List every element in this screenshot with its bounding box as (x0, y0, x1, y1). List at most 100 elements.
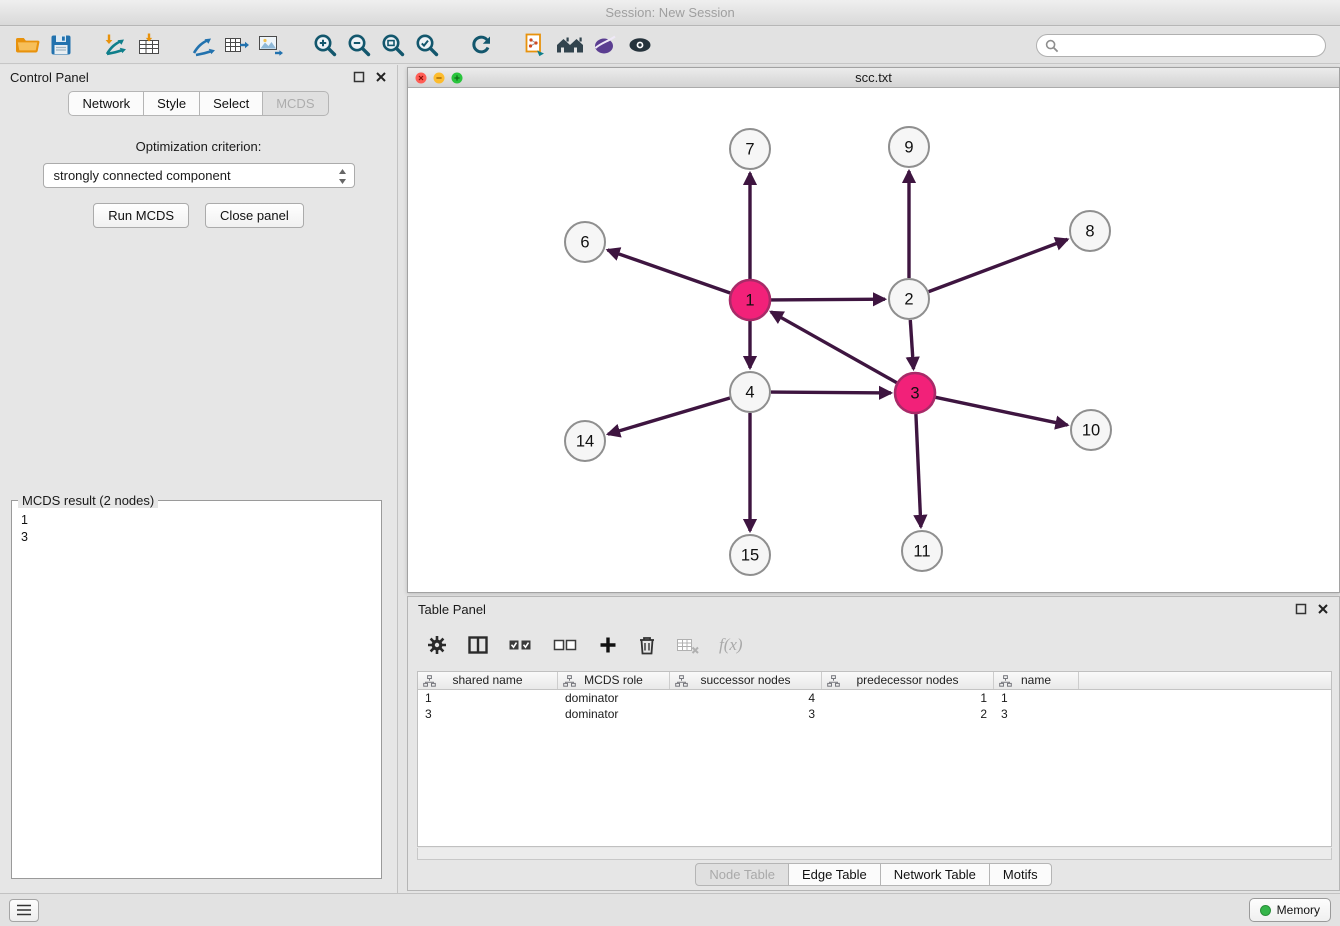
table-toolbar: f(x) (408, 621, 1339, 667)
show-panels-button[interactable] (9, 899, 39, 922)
close-window-button[interactable] (415, 72, 427, 84)
mcds-result-line: 3 (21, 529, 372, 546)
node-3[interactable]: 3 (895, 373, 935, 413)
export-image-button[interactable] (254, 29, 288, 61)
zoom-out-icon (346, 32, 372, 58)
node-15[interactable]: 15 (730, 535, 770, 575)
network-document-button[interactable] (518, 29, 552, 61)
import-table-icon (136, 32, 162, 58)
cell-mcds-role[interactable]: dominator (558, 706, 670, 722)
close-panel-icon[interactable] (375, 71, 387, 83)
function-builder-button[interactable]: f(x) (719, 635, 743, 655)
tab-select[interactable]: Select (199, 91, 263, 116)
column-header-predecessor-nodes[interactable]: predecessor nodes (822, 672, 994, 689)
close-table-panel-icon[interactable] (1317, 603, 1329, 615)
network-canvas[interactable]: 7 9 6 8 1 2 4 3 14 10 15 11 (408, 89, 1339, 592)
table-panel-header: Table Panel (408, 597, 1339, 621)
node-9[interactable]: 9 (889, 127, 929, 167)
main-area: Control Panel NetworkStyleSelectMCDS Opt… (0, 65, 1340, 893)
zoom-in-icon (312, 32, 338, 58)
cell-mcds-role[interactable]: dominator (558, 690, 670, 706)
save-session-button[interactable] (44, 29, 78, 61)
node-10[interactable]: 10 (1071, 410, 1111, 450)
zoom-window-button[interactable] (451, 72, 463, 84)
tab-network[interactable]: Network (68, 91, 144, 116)
float-panel-icon[interactable] (353, 71, 365, 83)
edge-4-3[interactable] (771, 392, 891, 393)
cell-successor-nodes[interactable]: 3 (670, 706, 822, 722)
node-2[interactable]: 2 (889, 279, 929, 319)
export-table-button[interactable] (220, 29, 254, 61)
settings-gear-icon (426, 634, 448, 656)
list-icon (16, 904, 32, 916)
table-tab-network-table[interactable]: Network Table (880, 863, 990, 886)
minimize-window-button[interactable] (433, 72, 445, 84)
control-panel: Control Panel NetworkStyleSelectMCDS Opt… (0, 65, 398, 893)
table-row[interactable]: 1dominator411 (418, 690, 1331, 706)
edge-3-1[interactable] (771, 312, 897, 383)
zoom-in-button[interactable] (308, 29, 342, 61)
search-input[interactable] (1036, 34, 1326, 57)
refresh-view-button[interactable] (464, 29, 498, 61)
table-horizontal-scrollbar[interactable] (417, 848, 1332, 860)
export-network-button[interactable] (186, 29, 220, 61)
home-button[interactable] (552, 29, 588, 61)
run-mcds-button[interactable]: Run MCDS (93, 203, 189, 228)
svg-text:15: 15 (741, 547, 759, 565)
node-8[interactable]: 8 (1070, 211, 1110, 251)
visibility-button[interactable] (622, 29, 658, 61)
cell-predecessor-nodes[interactable]: 2 (822, 706, 994, 722)
cell-name[interactable]: 1 (994, 690, 1079, 706)
select-all-button[interactable] (508, 635, 534, 655)
delete-table-button[interactable] (676, 635, 700, 655)
column-header-name[interactable]: name (994, 672, 1079, 689)
open-file-button[interactable] (10, 29, 44, 61)
table-tab-motifs[interactable]: Motifs (989, 863, 1052, 886)
edge-1-2[interactable] (771, 299, 885, 300)
criterion-select[interactable]: strongly connected component (43, 163, 355, 188)
svg-text:9: 9 (904, 139, 913, 157)
float-table-panel-icon[interactable] (1295, 603, 1307, 615)
node-14[interactable]: 14 (565, 421, 605, 461)
network-window-titlebar: scc.txt (408, 68, 1339, 88)
unselect-all-button[interactable] (553, 635, 579, 655)
tab-style[interactable]: Style (143, 91, 200, 116)
node-7[interactable]: 7 (730, 129, 770, 169)
column-panel-button[interactable] (467, 634, 489, 656)
zoom-selected-button[interactable] (410, 29, 444, 61)
table-tab-edge-table[interactable]: Edge Table (788, 863, 881, 886)
column-header-mcds-role[interactable]: MCDS role (558, 672, 670, 689)
cell-shared-name[interactable]: 3 (418, 706, 558, 722)
edge-3-11[interactable] (916, 414, 921, 527)
table-tab-node-table[interactable]: Node Table (695, 863, 789, 886)
close-panel-button[interactable]: Close panel (205, 203, 304, 228)
import-network-button[interactable] (98, 29, 132, 61)
edge-4-14[interactable] (608, 398, 730, 434)
hierarchy-icon (423, 675, 436, 687)
import-table-button[interactable] (132, 29, 166, 61)
node-1[interactable]: 1 (730, 280, 770, 320)
memory-button[interactable]: Memory (1249, 898, 1331, 922)
table-row[interactable]: 3dominator323 (418, 706, 1331, 722)
column-header-successor-nodes[interactable]: successor nodes (670, 672, 822, 689)
zoom-out-button[interactable] (342, 29, 376, 61)
edge-1-6[interactable] (608, 250, 731, 293)
select-all-icon (508, 635, 534, 655)
cell-predecessor-nodes[interactable]: 1 (822, 690, 994, 706)
edge-2-8[interactable] (929, 239, 1068, 291)
column-header-shared-name[interactable]: shared name (418, 672, 558, 689)
zoom-fit-button[interactable] (376, 29, 410, 61)
delete-row-button[interactable] (637, 634, 657, 656)
table-settings-button[interactable] (426, 634, 448, 656)
node-6[interactable]: 6 (565, 222, 605, 262)
tab-mcds[interactable]: MCDS (262, 91, 328, 116)
cell-successor-nodes[interactable]: 4 (670, 690, 822, 706)
style-button[interactable] (588, 29, 622, 61)
node-4[interactable]: 4 (730, 372, 770, 412)
add-row-button[interactable] (598, 635, 618, 655)
edge-3-10[interactable] (936, 397, 1068, 425)
cell-shared-name[interactable]: 1 (418, 690, 558, 706)
edge-2-3[interactable] (910, 320, 913, 369)
cell-name[interactable]: 3 (994, 706, 1079, 722)
node-11[interactable]: 11 (902, 531, 942, 571)
